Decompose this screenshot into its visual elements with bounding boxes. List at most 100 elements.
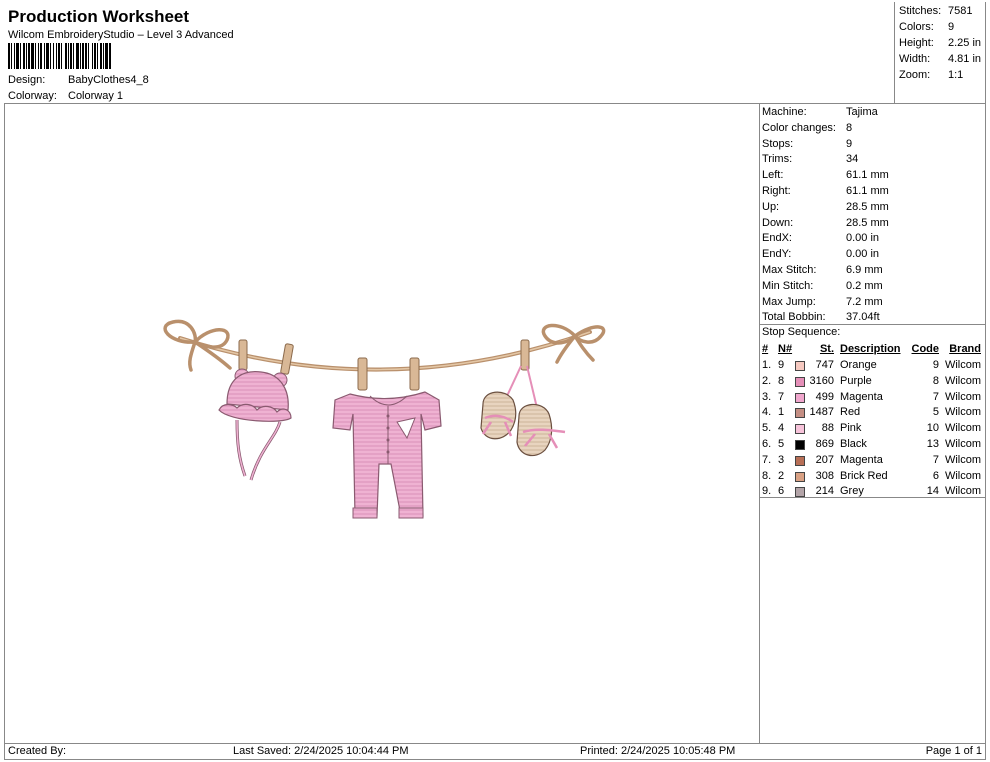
col-n: N# [778, 343, 793, 355]
seq-brand: Wilcom [944, 438, 981, 450]
seq-num: 2. [762, 374, 772, 387]
stat-row: Height: 2.25 in [899, 37, 981, 49]
color-swatch [795, 455, 805, 466]
seq-code: 8 [932, 374, 939, 387]
page-title: Production Worksheet [8, 7, 190, 26]
info-value: 6.9 mm [846, 264, 883, 276]
info-value: 34 [846, 153, 859, 166]
seq-code: 10 [926, 422, 939, 435]
seq-brand: Wilcom [944, 374, 981, 387]
color-swatch [795, 361, 805, 371]
stat-value: 4.81 in [948, 53, 982, 65]
seq-n: 7 [778, 390, 785, 403]
seq-brand: Wilcom [944, 359, 981, 371]
last-saved: Last Saved: 2/24/2025 10:04:44 PM [233, 745, 409, 757]
info-row: Color changes: 8 [762, 122, 852, 134]
seq-num: 8. [762, 469, 772, 482]
seq-n: 9 [778, 359, 785, 371]
info-row: Max Jump: 7.2 mm [762, 296, 883, 308]
clothespin [357, 357, 420, 391]
colorway-value: Colorway 1 [68, 90, 124, 102]
divider [759, 497, 985, 498]
color-swatch [795, 440, 805, 450]
stat-row: Stitches: 7581 [899, 5, 972, 17]
seq-brand: Wilcom [944, 485, 981, 498]
info-row: Stops: 9 [762, 138, 852, 150]
seq-brand: Wilcom [944, 469, 981, 482]
barcode-bar [111, 43, 112, 69]
info-row: EndY: 0.00 in [762, 248, 879, 260]
color-swatch [795, 471, 805, 482]
seq-code: 9 [932, 359, 939, 371]
seq-stitches: 3160 [809, 374, 834, 387]
seq-brand: Wilcom [944, 390, 981, 403]
seq-n: 5 [778, 438, 785, 450]
design-preview [4, 104, 760, 744]
table-row: 6. 5 869 Black 13 Wilcom [759, 438, 985, 453]
seq-stitches: 88 [821, 422, 834, 435]
seq-code: 14 [926, 485, 939, 498]
table-row: 8. 2 308 Brick Red 6 Wilcom [759, 470, 985, 485]
stat-label: Width: [899, 53, 931, 65]
seq-num: 6. [762, 438, 772, 450]
seq-num: 4. [762, 406, 772, 419]
info-value: 28.5 mm [846, 216, 889, 229]
color-swatch [795, 424, 805, 435]
clothespin [238, 339, 294, 375]
seq-n: 4 [778, 422, 785, 435]
col-num: # [762, 343, 769, 355]
seq-stitches: 207 [815, 453, 834, 466]
seq-brand: Wilcom [944, 406, 981, 419]
table-row: 3. 7 499 Magenta 7 Wilcom [759, 391, 985, 406]
clothespin [520, 339, 530, 371]
info-label: Color changes: [762, 121, 836, 134]
seq-brand: Wilcom [944, 453, 981, 466]
seq-num: 5. [762, 422, 772, 435]
info-label: Machine: [762, 106, 807, 118]
stat-label: Colors: [899, 21, 934, 33]
software-subtitle: Wilcom EmbroideryStudio – Level 3 Advanc… [8, 29, 234, 41]
info-value: Tajima [846, 106, 878, 118]
info-label: Max Jump: [762, 295, 816, 308]
seq-description: Black [840, 438, 867, 450]
seq-description: Orange [840, 359, 877, 371]
stat-value: 1:1 [948, 69, 964, 81]
info-value: 9 [846, 137, 853, 150]
seq-n: 2 [778, 469, 785, 482]
info-label: Max Stitch: [762, 264, 817, 276]
stat-label: Zoom: [899, 69, 931, 81]
design-label: Design: [8, 74, 46, 86]
stat-label: Stitches: [899, 5, 942, 17]
info-label: Left: [762, 169, 784, 182]
info-value: 7.2 mm [846, 295, 883, 308]
table-row: 5. 4 88 Pink 10 Wilcom [759, 422, 985, 437]
seq-code: 5 [932, 406, 939, 419]
info-row: Up: 28.5 mm [762, 201, 889, 213]
seq-n: 1 [778, 406, 785, 419]
info-row: Right: 61.1 mm [762, 185, 889, 197]
seq-description: Brick Red [840, 469, 888, 482]
stat-row: Colors: 9 [899, 21, 954, 33]
design-value: BabyClothes4_8 [68, 74, 149, 86]
seq-num: 9. [762, 485, 772, 498]
seq-n: 3 [778, 453, 785, 466]
baby-booties [480, 391, 566, 457]
table-row: 7. 3 207 Magenta 7 Wilcom [759, 454, 985, 469]
color-swatch [795, 376, 805, 387]
table-row: 4. 1 1487 Red 5 Wilcom [759, 406, 985, 421]
col-brand: Brand [949, 343, 981, 355]
printed-date: Printed: 2/24/2025 10:05:48 PM [580, 745, 736, 757]
seq-stitches: 214 [815, 485, 834, 498]
table-row: 2. 8 3160 Purple 8 Wilcom [759, 375, 985, 390]
stop-sequence-header: # N# St. Description Code Brand [759, 343, 985, 358]
baby-hat [218, 368, 292, 481]
info-value: 28.5 mm [846, 200, 889, 213]
seq-description: Magenta [840, 390, 883, 403]
info-row: Left: 61.1 mm [762, 169, 889, 181]
stat-row: Width: 4.81 in [899, 53, 981, 65]
seq-description: Pink [840, 422, 862, 435]
seq-code: 13 [926, 438, 939, 450]
stat-row: Zoom: 1:1 [899, 69, 963, 81]
info-row: Max Stitch: 6.9 mm [762, 264, 883, 276]
seq-code: 6 [932, 469, 939, 482]
